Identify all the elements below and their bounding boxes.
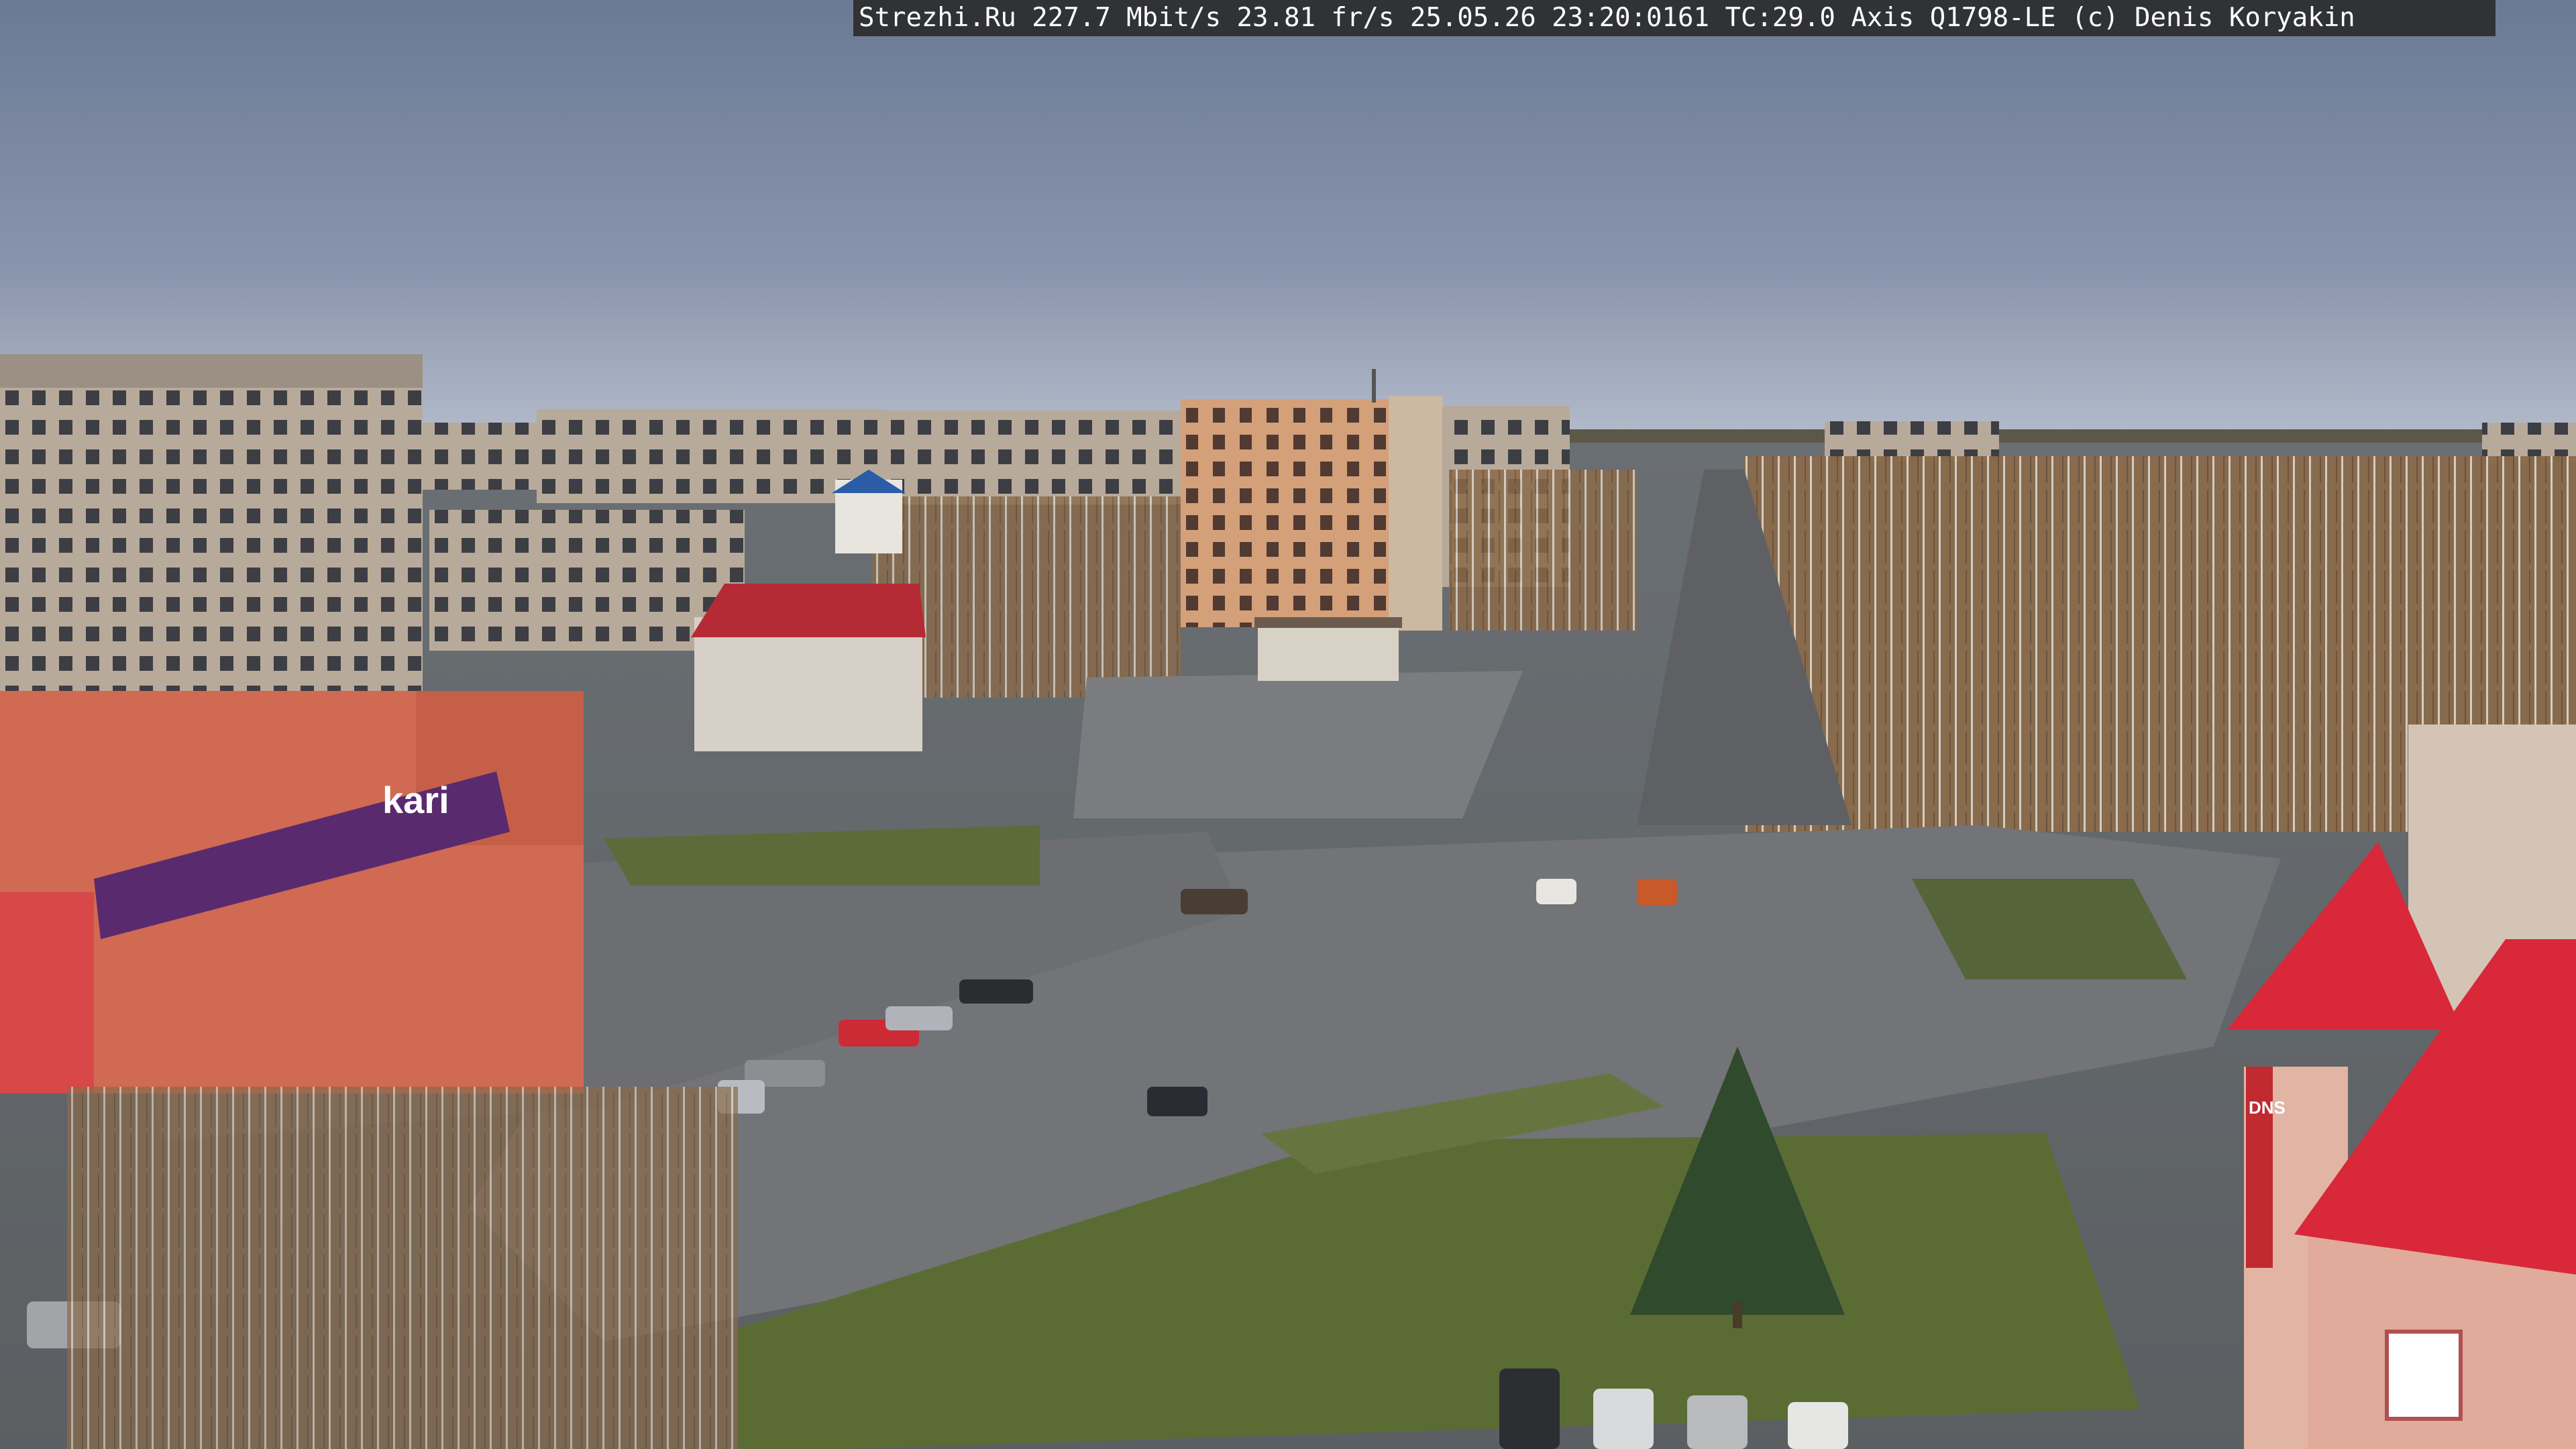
overlay-time: 23:20:0161 [1552, 3, 1709, 33]
webcam-scene: kari DNS [0, 0, 2576, 1449]
overlay-date: 25.05.26 [1409, 3, 1536, 33]
car [1593, 1389, 1654, 1449]
car [1637, 879, 1677, 906]
square-plaza [1073, 671, 1523, 818]
red-roof [691, 584, 926, 637]
overlay-camera: Axis Q1798-LE [1851, 3, 2056, 33]
storefront-brand: kari [382, 779, 449, 821]
car [1181, 889, 1248, 914]
red-corner-building [0, 892, 94, 1093]
apartment-block-far-2 [537, 409, 885, 503]
camera-info-overlay: Strezhi.Ru 227.7 Mbit/s 23.81 fr/s 25.05… [853, 0, 2496, 36]
apartment-block-far-4 [1825, 421, 1999, 462]
foreground-birches [67, 1087, 738, 1449]
overlay-copyright: (c) Denis Koryakin [2072, 3, 2355, 33]
dns-sign-panel [2246, 1067, 2273, 1268]
square-pavilion-roof [1254, 617, 1402, 628]
central-round-tower [1389, 396, 1442, 631]
overlay-tc: TC:29.0 [1725, 3, 1835, 33]
dns-sign: DNS [2249, 1097, 2286, 1118]
car [959, 979, 1033, 1004]
car [1536, 879, 1576, 904]
birch-forest-mid [1449, 470, 1637, 631]
overlay-framerate: 23.81 fr/s [1236, 3, 1395, 33]
apartment-block-left-roof [0, 354, 423, 388]
car [1147, 1087, 1208, 1116]
car [1788, 1402, 1848, 1449]
overlay-site: Strezhi.Ru [859, 3, 1016, 33]
overlay-bitrate: 227.7 Mbit/s [1032, 3, 1222, 33]
antenna [1372, 369, 1376, 402]
window [2385, 1330, 2463, 1421]
pine-trunk [1733, 1301, 1742, 1328]
apartment-block-far-3 [885, 411, 1181, 504]
square-pavilion [1258, 621, 1399, 681]
car [1499, 1368, 1560, 1449]
car [885, 1006, 953, 1030]
central-apartment-tower [1181, 399, 1395, 627]
car [1687, 1395, 1748, 1449]
